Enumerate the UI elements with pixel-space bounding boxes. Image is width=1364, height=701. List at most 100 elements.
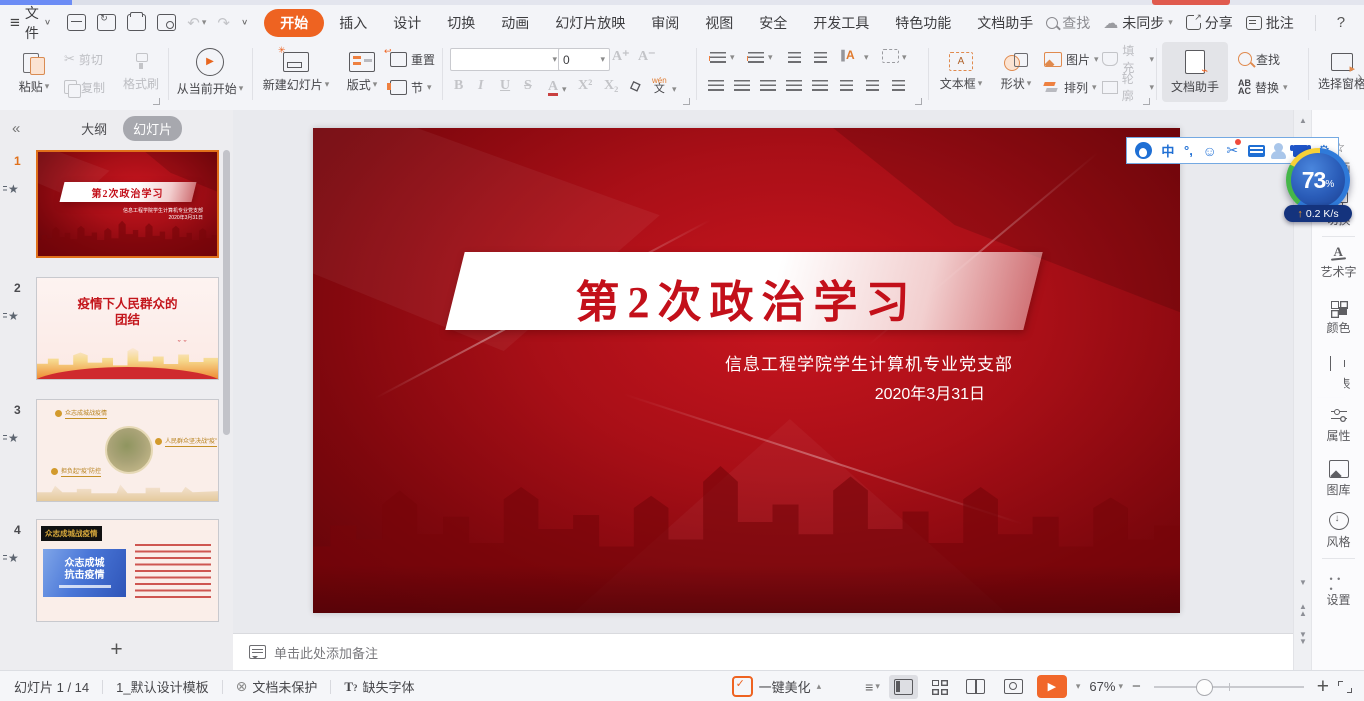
tab-animation[interactable]: 动画: [488, 9, 542, 37]
text-direction-icon[interactable]: ∥A: [840, 48, 855, 62]
slide-sorter-button[interactable]: [927, 676, 952, 698]
redo-icon[interactable]: [217, 14, 230, 32]
text-box-anchor-icon[interactable]: [882, 49, 899, 63]
outline-button[interactable]: 轮廓: [1102, 74, 1154, 100]
slide-thumbnail-4[interactable]: 众志成城战疫情 众志成城 抗击疫情: [36, 519, 219, 622]
fit-slide-icon[interactable]: [1338, 681, 1352, 693]
play-from-current-button[interactable]: 从当前开始: [172, 40, 248, 104]
tab-transition[interactable]: 切换: [434, 9, 488, 37]
space-after-icon[interactable]: [892, 80, 905, 93]
normal-view-button[interactable]: [889, 675, 918, 699]
ribbon-overflow-icon[interactable]: [1357, 68, 1362, 84]
add-slide-button[interactable]: [0, 638, 233, 662]
fill-button[interactable]: 填充: [1102, 46, 1154, 72]
sidebar-item-chart[interactable]: 图表: [1312, 356, 1364, 392]
reset-button[interactable]: 重置: [390, 46, 435, 72]
tab-view[interactable]: 视图: [692, 9, 746, 37]
help-icon[interactable]: [1337, 14, 1345, 31]
dropdown-arrow-icon[interactable]: [864, 52, 869, 63]
undo-dropdown-icon[interactable]: [202, 17, 207, 28]
ime-punctuation-indicator[interactable]: °,: [1184, 143, 1193, 158]
dropdown-arrow-icon[interactable]: [768, 52, 773, 63]
sidebar-item-gallery[interactable]: 图库: [1312, 460, 1364, 498]
justify-icon[interactable]: [786, 80, 802, 93]
slide-canvas[interactable]: 第2次政治学习 信息工程学院学生计算机专业党支部 2020年3月31日: [313, 128, 1180, 613]
next-slide-icon[interactable]: [1294, 630, 1312, 644]
beautify-button[interactable]: 一键美化: [732, 676, 822, 697]
sidebar-item-properties[interactable]: 属性: [1312, 408, 1364, 444]
numbered-list-icon[interactable]: [748, 52, 764, 65]
reading-view-button[interactable]: [961, 675, 990, 698]
tab-review[interactable]: 审阅: [638, 9, 692, 37]
sidebar-item-settings[interactable]: 设置: [1312, 572, 1364, 608]
tab-security[interactable]: 安全: [746, 9, 800, 37]
copy-button[interactable]: 复制: [64, 74, 105, 100]
projector-view-button[interactable]: [999, 675, 1028, 698]
zoom-out-icon[interactable]: [1132, 678, 1141, 695]
find-menu-button[interactable]: 查找: [1046, 13, 1090, 33]
scroll-up-icon[interactable]: [1294, 116, 1312, 125]
slideshow-play-button[interactable]: [1037, 675, 1067, 698]
superscript-button[interactable]: X²: [578, 78, 592, 94]
more-options-icon[interactable]: [1358, 14, 1364, 31]
subscript-button[interactable]: X₂: [604, 78, 618, 94]
play-options-icon[interactable]: [1076, 681, 1081, 692]
dropdown-arrow-icon[interactable]: [902, 52, 907, 63]
outline-tab[interactable]: 大纲: [71, 116, 117, 141]
save-icon[interactable]: [67, 14, 86, 31]
emoji-icon[interactable]: [1202, 143, 1216, 159]
tab-home[interactable]: 开始: [264, 9, 324, 37]
format-painter-button[interactable]: 格式刷: [120, 40, 162, 104]
align-left-icon[interactable]: [708, 80, 724, 93]
align-center-icon[interactable]: [734, 80, 750, 93]
clear-format-icon[interactable]: ◇: [627, 77, 643, 97]
distribute-text-icon[interactable]: [812, 80, 828, 93]
account-icon[interactable]: [1274, 143, 1283, 152]
export-pdf-icon[interactable]: [97, 14, 116, 31]
tab-slideshow[interactable]: 幻灯片放映: [542, 9, 638, 37]
selection-pane-button[interactable]: 选择窗格: [1312, 40, 1364, 104]
screenshot-scissors-icon[interactable]: [1226, 142, 1238, 159]
picture-button[interactable]: 图片: [1044, 46, 1099, 72]
layout-button[interactable]: 版式: [338, 40, 386, 104]
strikethrough-button[interactable]: S: [524, 78, 532, 94]
notes-bar[interactable]: 单击此处添加备注: [233, 633, 1293, 670]
slide-subtitle-block[interactable]: 信息工程学院学生计算机专业党支部 2020年3月31日: [725, 350, 1013, 404]
font-size-select[interactable]: 0: [558, 48, 610, 71]
template-name[interactable]: 1_默认设计模板: [116, 677, 208, 696]
previous-slide-icon[interactable]: [1294, 602, 1312, 616]
protection-status[interactable]: 文档未保护: [236, 677, 318, 696]
keyboard-icon[interactable]: [1248, 145, 1265, 157]
slides-tab[interactable]: 幻灯片: [123, 116, 182, 141]
zoom-in-icon[interactable]: [1317, 675, 1329, 699]
missing-font-status[interactable]: T? 缺失字体: [344, 677, 414, 696]
space-before-icon[interactable]: [866, 80, 879, 93]
tab-devtools[interactable]: 开发工具: [800, 9, 882, 37]
dropdown-arrow-icon[interactable]: [672, 84, 677, 95]
slide-thumbnail-3[interactable]: 众志成城战疫情 人民群众坚决战“疫” 担负起“疫”防控: [36, 399, 219, 502]
sync-status-button[interactable]: 未同步: [1103, 13, 1173, 33]
customize-quickbar-icon[interactable]: [241, 17, 248, 28]
sidebar-item-wordart[interactable]: 艺术字: [1312, 244, 1364, 280]
cut-button[interactable]: ✂剪切: [64, 46, 103, 72]
bullet-list-icon[interactable]: [710, 52, 726, 65]
zoom-level[interactable]: 67%: [1089, 679, 1123, 694]
italic-button[interactable]: I: [478, 78, 483, 94]
share-button[interactable]: 分享: [1186, 13, 1233, 33]
print-preview-icon[interactable]: [157, 14, 176, 31]
tab-insert[interactable]: 插入: [326, 9, 380, 37]
file-menu-button[interactable]: 文件: [10, 3, 51, 43]
dropdown-arrow-icon[interactable]: [562, 84, 567, 95]
panel-scrollbar[interactable]: [223, 150, 230, 435]
find-button[interactable]: 查找: [1238, 46, 1280, 72]
section-button[interactable]: 节: [390, 74, 432, 100]
shapes-button[interactable]: 形状: [992, 40, 1040, 104]
comment-button[interactable]: 批注: [1246, 13, 1294, 33]
zoom-slider-knob[interactable]: [1196, 679, 1213, 696]
sidebar-item-style[interactable]: 风格: [1312, 512, 1364, 550]
slide-title[interactable]: 第2次政治学习: [313, 266, 1180, 330]
text-box-button[interactable]: A 文本框: [932, 40, 990, 104]
align-right-icon[interactable]: [760, 80, 776, 93]
decrease-font-button[interactable]: A⁻: [638, 48, 656, 65]
underline-button[interactable]: U: [500, 78, 510, 94]
